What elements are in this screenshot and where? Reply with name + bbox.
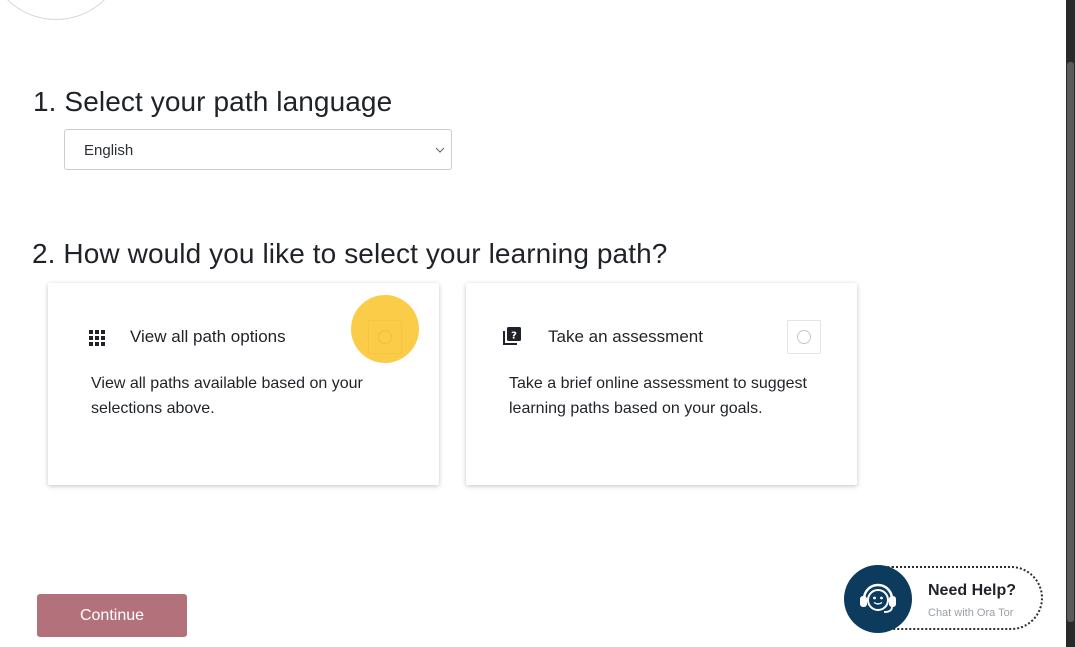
option-card-view-all-paths[interactable]: View all path options View all paths ava… bbox=[48, 283, 439, 485]
option-description: View all paths available based on your s… bbox=[91, 375, 363, 417]
headset-chat-icon[interactable] bbox=[844, 565, 912, 633]
option-radio[interactable] bbox=[787, 320, 821, 354]
language-select-value: English bbox=[84, 142, 134, 159]
grid-icon bbox=[89, 330, 105, 346]
help-subtitle: Chat with Ora Tor bbox=[928, 607, 1014, 619]
option-title: Take an assessment bbox=[548, 327, 703, 346]
svg-text:?: ? bbox=[511, 331, 517, 342]
option-radio[interactable] bbox=[368, 320, 402, 354]
help-title: Need Help? bbox=[928, 582, 1017, 599]
page: 1. Select your path language English 2. … bbox=[0, 0, 1075, 647]
language-select[interactable]: English bbox=[64, 129, 452, 170]
scrollbar-thumb[interactable] bbox=[1067, 62, 1074, 622]
help-chat-widget[interactable]: Need Help? Chat with Ora Tor bbox=[842, 565, 1045, 633]
option-title: View all path options bbox=[130, 327, 286, 346]
section-title-path-method: 2. How would you like to select your lea… bbox=[32, 238, 668, 269]
continue-button[interactable]: Continue bbox=[37, 594, 187, 637]
option-description: Take a brief online assessment to sugges… bbox=[509, 375, 807, 417]
question-book-icon: ? bbox=[503, 327, 521, 345]
section-title-language: 1. Select your path language bbox=[33, 86, 393, 117]
headset-icon bbox=[860, 583, 896, 613]
option-card-take-assessment[interactable]: ? Take an assessment Take a brief online… bbox=[466, 283, 857, 485]
chevron-down-icon bbox=[435, 147, 445, 153]
scrollbar[interactable] bbox=[1066, 0, 1075, 647]
decorative-arc bbox=[0, 0, 126, 20]
